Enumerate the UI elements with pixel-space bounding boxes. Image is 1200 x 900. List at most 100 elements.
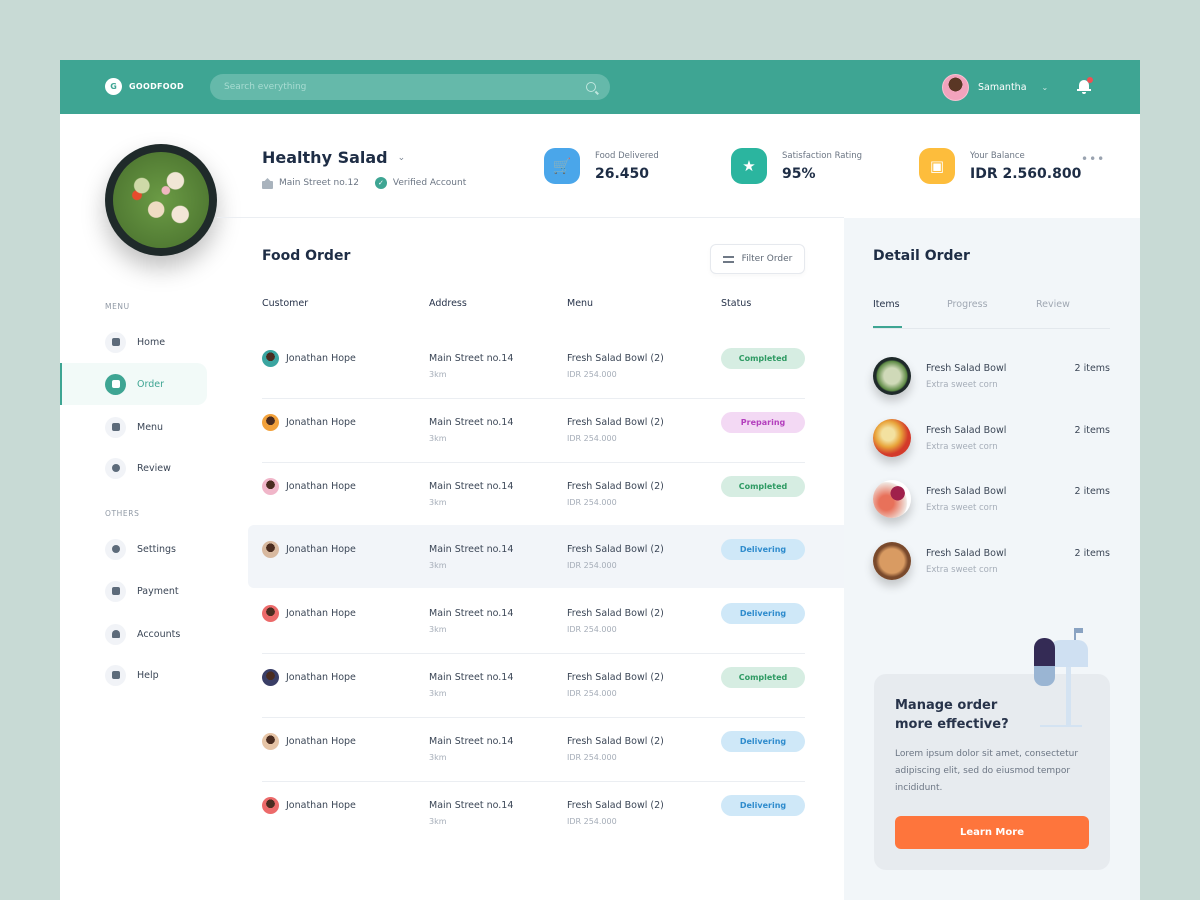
menu-item: Fresh Salad Bowl (2) xyxy=(567,735,664,747)
stat-label: Satisfaction Rating xyxy=(782,150,862,161)
stat-food-delivered: 🛒 Food Delivered 26.450 xyxy=(544,148,659,184)
column-menu[interactable]: Menu xyxy=(567,298,593,309)
user-menu[interactable]: Samantha ⌄ xyxy=(942,74,1048,101)
distance: 3km xyxy=(429,689,447,698)
sidebar-item-review[interactable]: Review xyxy=(60,447,207,489)
menu-item: Fresh Salad Bowl (2) xyxy=(567,544,664,556)
menu-item: Fresh Salad Bowl (2) xyxy=(567,799,664,811)
chevron-down-icon[interactable]: ⌄ xyxy=(1042,83,1049,92)
status-badge[interactable]: Delivering xyxy=(721,730,805,752)
stat-label: Food Delivered xyxy=(595,150,659,161)
filter-icon xyxy=(722,255,734,264)
table-row[interactable]: Jonathan Hope Main Street no.14 3km Fresh S… xyxy=(248,716,844,780)
wallet-icon xyxy=(105,580,126,602)
top-bar: G GOODFOOD Samantha ⌄ xyxy=(60,60,1140,114)
item-note: Extra sweet corn xyxy=(926,503,998,513)
user-avatar[interactable] xyxy=(942,74,969,101)
stat-satisfaction: ★ Satisfaction Rating 95% xyxy=(731,148,862,184)
tab-review[interactable]: Review xyxy=(1036,299,1070,310)
logo[interactable]: G GOODFOOD xyxy=(105,78,184,95)
notification-dot xyxy=(1087,77,1093,83)
bell-icon[interactable] xyxy=(1077,77,1093,94)
order-item[interactable]: Fresh Salad Bowl Extra sweet corn 2 items xyxy=(873,418,1110,459)
table-row[interactable]: Jonathan Hope Main Street no.14 3km Fresh S… xyxy=(248,589,844,652)
item-name: Fresh Salad Bowl xyxy=(926,424,1007,436)
verified-label: Verified Account xyxy=(392,178,467,188)
search-icon[interactable] xyxy=(586,82,596,92)
item-note: Extra sweet corn xyxy=(926,441,998,452)
search-input[interactable] xyxy=(224,82,586,92)
row-divider xyxy=(262,461,805,463)
others-heading: OTHERS xyxy=(105,509,140,518)
sidebar-item-settings[interactable]: Settings xyxy=(60,528,207,570)
column-status[interactable]: Status xyxy=(721,298,751,309)
restaurant-address: Main Street no.12 xyxy=(279,178,359,188)
chart-icon xyxy=(105,331,126,353)
menu-item: Fresh Salad Bowl (2) xyxy=(567,353,664,364)
status-badge[interactable]: Delivering xyxy=(721,539,805,561)
distance: 3km xyxy=(429,370,447,379)
sidebar-item-label: Home xyxy=(137,336,166,348)
search-bar[interactable] xyxy=(210,74,610,100)
customer-avatar xyxy=(262,541,279,559)
order-item[interactable]: Fresh Salad Bowl Extra sweet corn 2 items xyxy=(873,541,1110,582)
order-item[interactable]: Fresh Salad Bowl Extra sweet corn 2 items xyxy=(873,357,1110,397)
distance: 3km xyxy=(429,433,447,443)
status-badge[interactable]: Completed xyxy=(721,475,805,497)
status-badge[interactable]: Completed xyxy=(721,667,805,688)
sidebar-item-order[interactable]: Order xyxy=(60,363,207,405)
sidebar-item-help[interactable]: Help xyxy=(60,654,207,696)
status-badge[interactable]: Delivering xyxy=(721,603,805,625)
menu-item: Fresh Salad Bowl (2) xyxy=(567,416,664,428)
user-icon xyxy=(105,623,126,645)
price: IDR 254.000 xyxy=(567,497,617,507)
home-icon xyxy=(262,178,273,189)
learn-more-button[interactable]: Learn More xyxy=(895,816,1089,849)
sidebar-item-home[interactable]: Home xyxy=(60,321,207,363)
sidebar-item-label: Order xyxy=(137,378,164,390)
tab-progress[interactable]: Progress xyxy=(947,299,988,310)
more-options-icon[interactable]: ••• xyxy=(1081,152,1105,166)
status-badge[interactable]: Delivering xyxy=(721,794,805,816)
sidebar-item-payment[interactable]: Payment xyxy=(60,570,207,612)
status-badge[interactable]: Preparing xyxy=(721,411,805,433)
column-customer[interactable]: Customer xyxy=(262,298,308,309)
star-icon: ★ xyxy=(731,148,767,184)
table-row[interactable]: Jonathan Hope Main Street no.14 3km Fresh S… xyxy=(248,461,844,525)
sidebar-item-menu[interactable]: Menu xyxy=(60,406,207,448)
restaurant-profile: Healthy Salad ⌄ Main Street no.12 ✓ Veri… xyxy=(262,148,466,189)
row-divider xyxy=(262,716,805,718)
customer-address: Main Street no.14 xyxy=(429,544,514,556)
restaurant-image xyxy=(105,144,217,256)
food-thumbnail xyxy=(873,418,911,457)
food-thumbnail xyxy=(873,357,911,395)
tab-items[interactable]: Items xyxy=(873,299,902,328)
info-icon xyxy=(105,664,126,686)
table-row[interactable]: Jonathan Hope Main Street no.14 3km Fresh S… xyxy=(248,525,844,589)
customer-avatar xyxy=(262,605,279,623)
filter-order-button[interactable]: Filter Order xyxy=(710,244,805,274)
chevron-down-icon[interactable]: ⌄ xyxy=(398,153,406,163)
table-row[interactable]: Jonathan Hope Main Street no.14 3km Fresh S… xyxy=(248,653,844,716)
detail-tabs: Items Progress Review xyxy=(873,299,1110,329)
logo-icon: G xyxy=(105,78,122,95)
row-divider xyxy=(262,653,805,654)
price: IDR 254.000 xyxy=(567,625,617,635)
price: IDR 254.000 xyxy=(567,433,617,443)
table-row[interactable]: Jonathan Hope Main Street no.14 3km Fresh S… xyxy=(248,780,844,844)
row-divider xyxy=(262,397,805,399)
distance: 3km xyxy=(429,816,447,826)
column-address[interactable]: Address xyxy=(429,298,467,309)
status-badge[interactable]: Completed xyxy=(721,348,805,369)
cart-icon: 🛒 xyxy=(544,148,580,184)
table-row[interactable]: Jonathan Hope Main Street no.14 3km Fresh S… xyxy=(248,334,844,397)
price: IDR 254.000 xyxy=(567,561,617,571)
menu-item: Fresh Salad Bowl (2) xyxy=(567,608,664,620)
app-window: G GOODFOOD Samantha ⌄ Healthy Salad ⌄ Ma… xyxy=(60,60,1140,900)
item-quantity: 2 items xyxy=(1074,424,1110,436)
order-item[interactable]: Fresh Salad Bowl Extra sweet corn 2 items xyxy=(873,480,1110,520)
table-row[interactable]: Jonathan Hope Main Street no.14 3km Fresh S… xyxy=(248,397,844,461)
sidebar-item-label: Settings xyxy=(137,543,176,555)
sidebar-item-accounts[interactable]: Accounts xyxy=(60,613,207,655)
restaurant-selector[interactable]: Healthy Salad ⌄ xyxy=(262,148,466,167)
